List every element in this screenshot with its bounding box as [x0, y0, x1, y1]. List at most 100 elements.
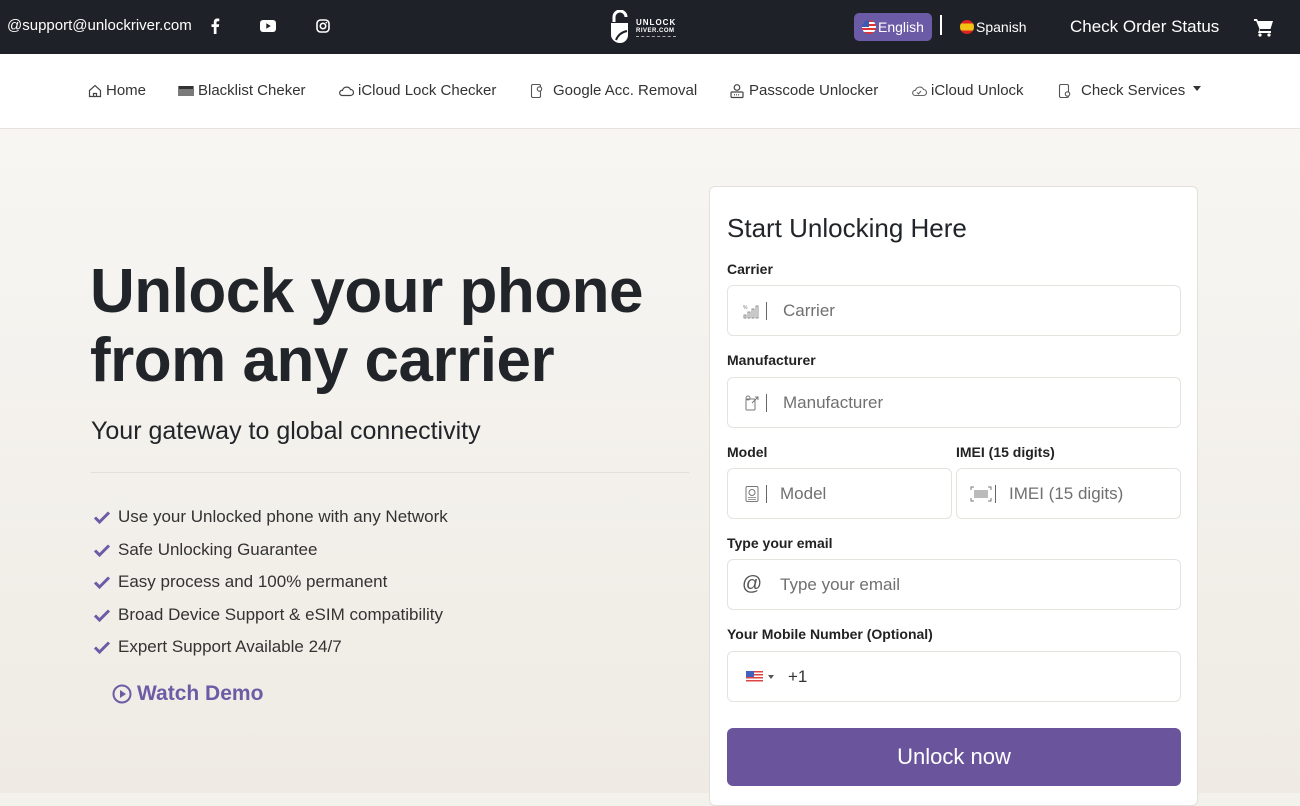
checkmark-icon	[93, 544, 111, 557]
feature-item: Use your Unlocked phone with any Network	[93, 501, 448, 534]
checkmark-icon	[93, 641, 111, 655]
nav-item-blacklist-checker[interactable]: Blacklist Cheker	[178, 82, 306, 99]
feature-text: Easy process and 100% permanent	[118, 572, 388, 592]
nav-item-label: iCloud Unlock	[931, 82, 1024, 99]
cart-icon[interactable]	[1254, 17, 1274, 37]
nav-item-label: Home	[106, 82, 147, 99]
watch-demo-label: Watch Demo	[137, 682, 264, 705]
carrier-input[interactable]	[783, 300, 1100, 321]
imei-input[interactable]	[1009, 483, 1166, 504]
cloud-icon	[339, 86, 354, 96]
mobile-number-input[interactable]	[813, 666, 1130, 687]
feature-item: Broad Device Support & eSIM compatibilit…	[93, 599, 448, 632]
us-flag-icon[interactable]	[746, 671, 763, 682]
checkmark-icon	[93, 609, 111, 622]
checkmark-icon	[93, 511, 111, 525]
language-spanish-label: Spanish	[976, 19, 1027, 35]
language-english-label: English	[878, 19, 924, 35]
model-field[interactable]	[727, 468, 952, 519]
email-input[interactable]	[780, 574, 1097, 595]
nav-item-label: Blacklist Cheker	[198, 82, 306, 99]
nav-item-label: iCloud Lock Checker	[358, 82, 497, 99]
facebook-icon[interactable]	[206, 17, 224, 35]
hero-headline-line2: from any carrier	[90, 326, 555, 395]
language-english-button[interactable]: English	[854, 13, 932, 41]
nav-item-label: Passcode Unlocker	[749, 82, 879, 99]
feature-item: Safe Unlocking Guarantee	[93, 534, 448, 567]
youtube-icon[interactable]	[259, 17, 277, 35]
feature-item: Easy process and 100% permanent	[93, 566, 448, 599]
email-field[interactable]: @	[727, 559, 1181, 610]
language-divider	[940, 15, 942, 35]
unlock-now-button[interactable]: Unlock now	[727, 728, 1181, 786]
nav-item-icloud-unlock[interactable]: iCloud Unlock	[911, 82, 1024, 99]
hero-subheadline: Your gateway to global connectivity	[91, 417, 481, 445]
us-flag-icon	[862, 20, 876, 34]
unlockriver-logo[interactable]: UNLOCK RIVER.COM	[608, 8, 688, 46]
factory-phone-icon	[740, 391, 764, 415]
feature-text: Expert Support Available 24/7	[118, 637, 342, 657]
support-email-link[interactable]: @support@unlockriver.com	[7, 17, 192, 34]
logo-text-line1: UNLOCK	[636, 17, 677, 27]
manufacturer-label: Manufacturer	[727, 352, 816, 368]
field-separator	[766, 484, 767, 503]
field-separator	[766, 301, 767, 320]
manufacturer-field[interactable]	[727, 377, 1181, 428]
hero-section: Unlock your phone from any carrier Your …	[0, 129, 1300, 806]
country-dropdown-caret-icon[interactable]	[768, 674, 774, 679]
manufacturer-input[interactable]	[783, 392, 1100, 413]
feature-text: Safe Unlocking Guarantee	[118, 539, 318, 559]
field-separator	[766, 393, 767, 412]
nav-item-home[interactable]: Home	[88, 82, 146, 99]
email-label: Type your email	[727, 535, 833, 551]
language-spanish-button[interactable]: Spanish	[952, 13, 1035, 41]
top-bar: @support@unlockriver.com UNLOCK RIVER.CO…	[0, 0, 1300, 54]
carrier-label: Carrier	[727, 261, 773, 277]
carrier-field[interactable]: %	[727, 285, 1181, 336]
check-order-status-link[interactable]: Check Order Status	[1070, 17, 1219, 37]
nav-item-passcode-unlocker[interactable]: Passcode Unlocker	[729, 82, 878, 99]
padlock-logo-icon	[611, 10, 628, 43]
checkmark-icon	[93, 576, 111, 590]
barcode-icon	[178, 85, 194, 96]
svg-text:%: %	[743, 305, 748, 311]
feature-list: Use your Unlocked phone with any Network…	[93, 501, 448, 664]
nav-item-label: Check Services	[1081, 82, 1186, 99]
feature-item: Expert Support Available 24/7	[93, 631, 448, 664]
play-circle-icon	[112, 684, 132, 704]
imei-label: IMEI (15 digits)	[956, 444, 1055, 460]
chevron-down-icon	[1193, 86, 1202, 91]
spain-flag-icon	[960, 20, 974, 34]
logo-text-line2: RIVER.COM	[636, 27, 677, 37]
user-lock-icon	[730, 83, 744, 98]
signal-bars-icon: %	[740, 299, 764, 323]
unlock-form-card: Start Unlocking Here Carrier % Manufactu…	[709, 186, 1198, 806]
instagram-icon[interactable]	[314, 17, 332, 35]
watch-demo-link[interactable]: Watch Demo	[112, 682, 263, 706]
nav-item-icloud-lock-checker[interactable]: iCloud Lock Checker	[338, 82, 496, 99]
at-sign-icon: @	[741, 573, 763, 595]
imei-field[interactable]	[956, 468, 1181, 519]
mobile-number-label: Your Mobile Number (Optional)	[727, 626, 933, 642]
mobile-number-field[interactable]: +1	[727, 651, 1181, 702]
hero-headline: Unlock your phone from any carrier	[90, 257, 643, 395]
nav-item-google-acc-removal[interactable]: Google Acc. Removal	[530, 82, 697, 99]
country-dial-code: +1	[788, 666, 808, 686]
form-title: Start Unlocking Here	[727, 213, 967, 243]
main-nav: Home Blacklist Cheker iCloud Lock Checke…	[0, 54, 1300, 129]
home-icon	[88, 84, 102, 97]
model-label: Model	[727, 444, 768, 460]
phone-lock-icon	[530, 83, 543, 98]
hero-divider	[91, 472, 689, 473]
model-input[interactable]	[780, 483, 937, 504]
phone-search-icon	[1058, 83, 1071, 98]
cloud-check-icon	[912, 86, 927, 96]
feature-text: Use your Unlocked phone with any Network	[118, 507, 448, 527]
hero-headline-line1: Unlock your phone	[90, 257, 643, 326]
barcode-scan-icon	[969, 482, 993, 506]
field-separator	[995, 484, 996, 503]
nav-item-check-services-dropdown[interactable]: Check Services	[1058, 82, 1202, 99]
feature-text: Broad Device Support & eSIM compatibilit…	[118, 604, 444, 624]
nav-item-label: Google Acc. Removal	[553, 82, 698, 99]
phone-model-icon	[740, 482, 764, 506]
